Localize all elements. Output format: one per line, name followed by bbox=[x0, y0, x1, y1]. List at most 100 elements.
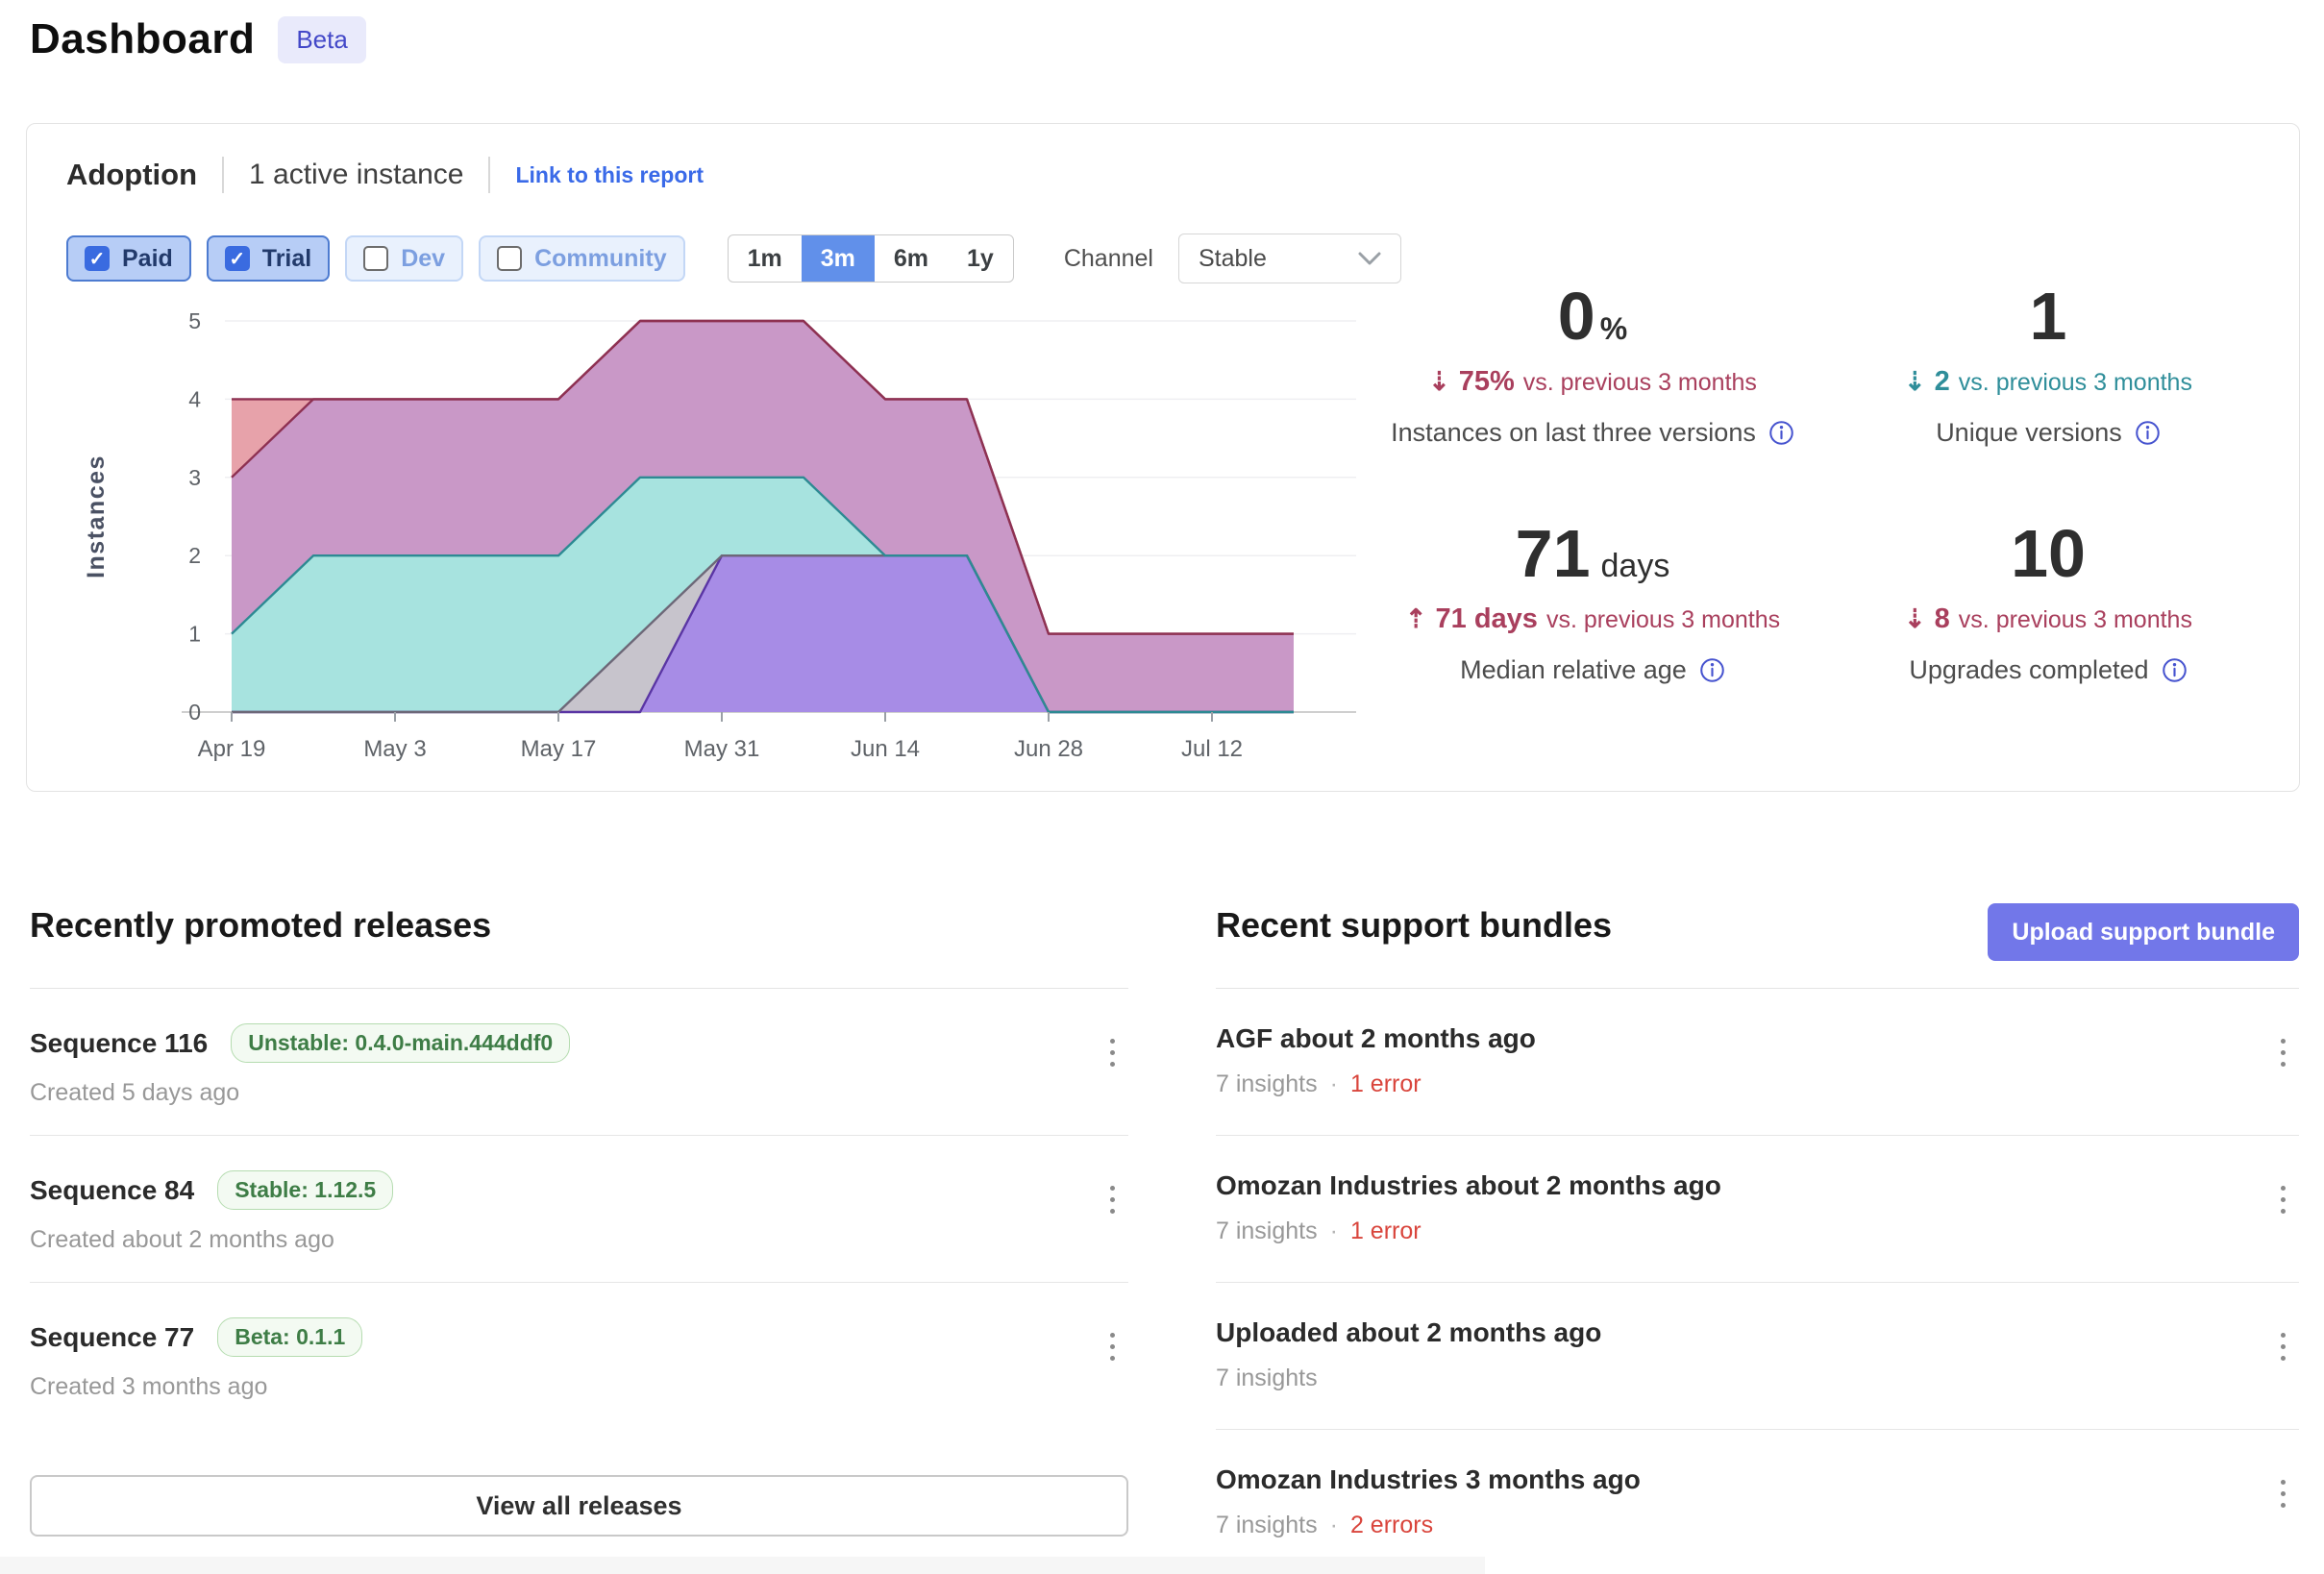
delta-caption: vs. previous 3 months bbox=[1959, 369, 2192, 397]
kebab-menu-icon[interactable] bbox=[2275, 1327, 2291, 1366]
stat-delta: ⇣8vs. previous 3 months bbox=[1904, 603, 2192, 635]
checkbox-unchecked-icon bbox=[497, 246, 522, 271]
bundle-insights: 7 insights bbox=[1216, 1365, 1318, 1392]
link-to-report[interactable]: Link to this report bbox=[515, 162, 704, 188]
release-version-badge: Unstable: 0.4.0-main.444ddf0 bbox=[231, 1023, 570, 1063]
checkbox-unchecked-icon bbox=[363, 246, 388, 271]
stat-instances-on-last-three-versions: 0%⇣75%vs. previous 3 monthsInstances on … bbox=[1365, 280, 1820, 448]
bundle-insights: 7 insights bbox=[1216, 1070, 1318, 1098]
stat-value: 10 bbox=[2011, 517, 2086, 591]
x-tick-label: May 31 bbox=[684, 736, 760, 762]
stat-number: 71 bbox=[1516, 517, 1591, 591]
license-filter-group: ✓ Paid ✓ Trial Dev Community bbox=[66, 235, 685, 282]
info-icon[interactable] bbox=[1768, 420, 1794, 446]
filter-chip-community[interactable]: Community bbox=[479, 235, 685, 282]
channel-label: Channel bbox=[1064, 245, 1153, 273]
header-divider bbox=[222, 157, 224, 193]
view-all-releases-button[interactable]: View all releases bbox=[30, 1475, 1128, 1537]
kebab-menu-icon[interactable] bbox=[1104, 1327, 1121, 1366]
footer-band bbox=[0, 1557, 1485, 1574]
dot-separator: · bbox=[1330, 1217, 1338, 1245]
stat-value: 71 days bbox=[1516, 517, 1670, 591]
checkbox-checked-icon: ✓ bbox=[85, 246, 110, 271]
upload-support-bundle-button[interactable]: Upload support bundle bbox=[1988, 903, 2299, 961]
delta-caption: vs. previous 3 months bbox=[1523, 369, 1757, 397]
stat-label-text: Unique versions bbox=[1936, 418, 2122, 448]
y-axis-title: Instances bbox=[83, 455, 110, 578]
delta-value: 71 days bbox=[1436, 603, 1538, 635]
delta-caption: vs. previous 3 months bbox=[1546, 606, 1780, 634]
bundle-list: AGF about 2 months ago7 insights·1 error… bbox=[1216, 989, 2299, 1574]
adoption-stats-grid: 0%⇣75%vs. previous 3 monthsInstances on … bbox=[1365, 280, 2276, 685]
x-tick-label: Jul 12 bbox=[1181, 736, 1243, 762]
x-tick-label: Apr 19 bbox=[198, 736, 266, 762]
delta-value: 8 bbox=[1935, 603, 1950, 635]
chevron-down-icon bbox=[1358, 252, 1381, 265]
info-icon[interactable] bbox=[2135, 420, 2161, 446]
filter-chip-paid[interactable]: ✓ Paid bbox=[66, 235, 191, 282]
stat-median-relative-age: 71days⇡71 daysvs. previous 3 monthsMedia… bbox=[1365, 517, 1820, 685]
x-tick-label: May 3 bbox=[363, 736, 426, 762]
releases-heading: Recently promoted releases bbox=[30, 903, 491, 947]
y-tick-label: 4 bbox=[188, 386, 201, 411]
kebab-menu-icon[interactable] bbox=[2275, 1180, 2291, 1219]
release-created: Created about 2 months ago bbox=[30, 1226, 1128, 1254]
stat-number: 1 bbox=[2030, 280, 2067, 354]
bundle-row: AGF about 2 months ago7 insights·1 error bbox=[1216, 989, 2299, 1136]
bundles-heading: Recent support bundles bbox=[1216, 903, 1612, 947]
releases-section: Recently promoted releases Sequence 116 U… bbox=[30, 903, 1128, 1537]
beta-badge: Beta bbox=[278, 16, 366, 63]
bundle-errors: 1 error bbox=[1350, 1070, 1422, 1098]
filter-chip-label: Trial bbox=[262, 245, 311, 273]
range-6m[interactable]: 6m bbox=[875, 235, 948, 282]
info-icon[interactable] bbox=[1699, 657, 1725, 683]
kebab-menu-icon[interactable] bbox=[1104, 1180, 1121, 1219]
channel-select[interactable]: Stable bbox=[1178, 234, 1401, 283]
release-list: Sequence 116 Unstable: 0.4.0-main.444ddf0… bbox=[30, 989, 1128, 1429]
stat-delta: ⇣2vs. previous 3 months bbox=[1904, 366, 2192, 398]
release-name: Sequence 116 bbox=[30, 1028, 208, 1059]
arrow-down-icon: ⇣ bbox=[1904, 604, 1926, 634]
filter-chip-dev[interactable]: Dev bbox=[345, 235, 463, 282]
release-title-line: Sequence 84Stable: 1.12.5 bbox=[30, 1170, 1128, 1210]
stat-value: 0% bbox=[1558, 280, 1627, 354]
release-version-badge: Beta: 0.1.1 bbox=[217, 1317, 362, 1357]
release-created: Created 3 months ago bbox=[30, 1373, 1128, 1401]
stat-unit: days bbox=[1601, 548, 1670, 585]
stat-upgrades-completed: 10⇣8vs. previous 3 monthsUpgrades comple… bbox=[1820, 517, 2276, 685]
bundle-meta: 7 insights·2 errors bbox=[1216, 1512, 2299, 1539]
filter-chip-label: Paid bbox=[122, 245, 173, 273]
filter-chip-label: Dev bbox=[401, 245, 445, 273]
range-3m[interactable]: 3m bbox=[802, 235, 875, 282]
bundle-errors: 2 errors bbox=[1350, 1512, 1433, 1539]
channel-selected-value: Stable bbox=[1199, 245, 1267, 273]
y-tick-label: 3 bbox=[188, 465, 201, 490]
checkbox-checked-icon: ✓ bbox=[225, 246, 250, 271]
range-1m[interactable]: 1m bbox=[729, 235, 802, 282]
release-row: Sequence 116 Unstable: 0.4.0-main.444ddf0… bbox=[30, 989, 1128, 1136]
stat-label: Instances on last three versions bbox=[1391, 418, 1794, 448]
stat-label: Unique versions bbox=[1936, 418, 2161, 448]
release-name: Sequence 77 bbox=[30, 1322, 194, 1353]
range-1y[interactable]: 1y bbox=[948, 235, 1013, 282]
stat-unit: % bbox=[1600, 311, 1627, 347]
stat-label: Median relative age bbox=[1460, 655, 1725, 685]
x-tick-label: Jun 28 bbox=[1014, 736, 1083, 762]
bundles-section: Recent support bundles Upload support bu… bbox=[1216, 903, 2299, 1574]
kebab-menu-icon[interactable] bbox=[2275, 1033, 2291, 1072]
stat-number: 0 bbox=[1558, 280, 1595, 354]
x-tick-label: Jun 14 bbox=[851, 736, 920, 762]
kebab-menu-icon[interactable] bbox=[1104, 1033, 1121, 1072]
filter-chip-trial[interactable]: ✓ Trial bbox=[207, 235, 330, 282]
dot-separator: · bbox=[1330, 1512, 1338, 1539]
time-range-toggle: 1m3m6m1y bbox=[728, 234, 1014, 283]
info-icon[interactable] bbox=[2162, 657, 2188, 683]
bundle-errors: 1 error bbox=[1350, 1217, 1422, 1245]
y-tick-label: 2 bbox=[188, 543, 201, 568]
bundle-row: Omozan Industries 3 months ago7 insights… bbox=[1216, 1430, 2299, 1574]
filter-chip-label: Community bbox=[534, 245, 667, 273]
dashboard-page: Dashboard Beta Adoption 1 active instanc… bbox=[0, 0, 2324, 1574]
bundle-meta: 7 insights bbox=[1216, 1365, 2299, 1392]
kebab-menu-icon[interactable] bbox=[2275, 1474, 2291, 1513]
chart-controls: ✓ Paid ✓ Trial Dev Community 1m3m6m1y Channel… bbox=[66, 234, 1401, 283]
